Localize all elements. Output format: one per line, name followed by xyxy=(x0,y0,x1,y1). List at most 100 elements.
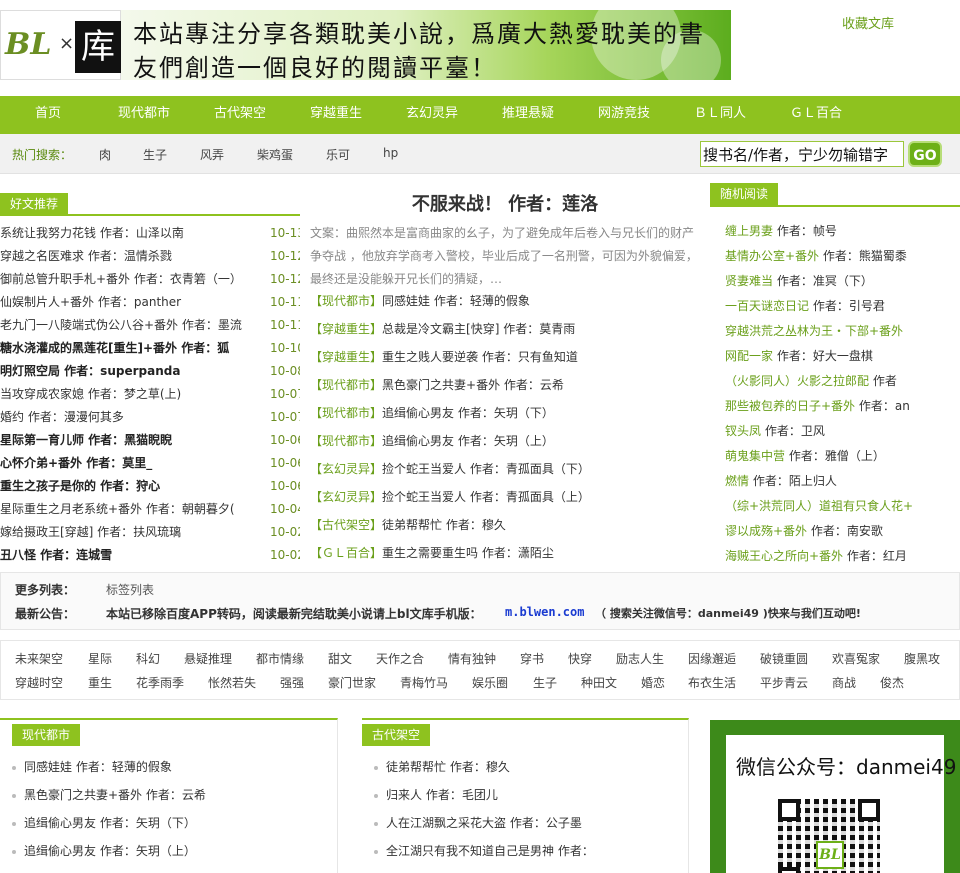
hot-keyword[interactable]: 生子 xyxy=(143,146,167,163)
category-label[interactable]: 【现代都市】 xyxy=(310,434,382,448)
recommended-item[interactable]: 仙娱制片人+番外 作者：panther 10-11 xyxy=(0,291,300,314)
recommended-item[interactable]: 婚约 作者：漫漫何其多 10-07 xyxy=(0,406,300,429)
recommended-item[interactable]: 嫁给摄政王[穿越] 作者：扶风琉璃 10-02 xyxy=(0,521,300,544)
book-title[interactable]: 同感娃娃 作者：轻薄的假象 xyxy=(382,294,530,308)
book-title[interactable]: 丑八怪 作者：连城雪 xyxy=(0,544,252,567)
random-item[interactable]: 谬以成殇+番外 作者：南安歌 xyxy=(725,522,955,539)
tag-link[interactable]: 腹黑攻 xyxy=(904,650,940,667)
nav-item[interactable]: 古代架空 xyxy=(192,96,288,134)
book-title[interactable]: 明灯照空局 作者：superpanda xyxy=(0,360,252,383)
hot-keyword[interactable]: 肉 xyxy=(99,146,111,163)
book-title[interactable]: 重生之贱人要逆袭 作者：只有鱼知道 xyxy=(382,350,578,364)
tag-link[interactable]: 婚恋 xyxy=(641,674,665,691)
book-title[interactable]: （火影同人）火影之拉郎配 xyxy=(725,374,869,388)
nav-item[interactable]: 穿越重生 xyxy=(288,96,384,134)
favorite-link[interactable]: 收藏文库 xyxy=(842,13,894,32)
latest-item[interactable]: 【穿越重生】总裁是冷文霸主[快穿] 作者：莫青雨 xyxy=(310,319,700,339)
tag-link[interactable]: 都市情缘 xyxy=(256,650,304,667)
tag-link[interactable]: 娱乐圈 xyxy=(472,674,508,691)
book-title[interactable]: 缠上男妻 xyxy=(725,224,773,238)
latest-item[interactable]: 【玄幻灵异】捡个蛇王当爱人 作者：青孤面具（上） xyxy=(310,487,700,507)
random-item[interactable]: 一百天谜恋日记 作者：引号君 xyxy=(725,297,955,314)
tag-link[interactable]: 强强 xyxy=(280,674,304,691)
category-label[interactable]: 【现代都市】 xyxy=(310,378,382,392)
category-book-item[interactable]: 徒弟帮帮忙 作者：穆久 xyxy=(374,758,510,775)
tag-link[interactable]: 生子 xyxy=(533,674,557,691)
category-book-item[interactable]: 黑色豪门之共妻+番外 作者：云希 xyxy=(12,786,206,803)
recommended-item[interactable]: 星际第一育儿师 作者：黑猫睨睨 10-06 xyxy=(0,429,300,452)
random-item[interactable]: 萌鬼集中营 作者：雅僧（上） xyxy=(725,447,955,464)
tag-link[interactable]: 种田文 xyxy=(581,674,617,691)
random-item[interactable]: 燃情 作者：陌上归人 xyxy=(725,472,955,489)
tag-link[interactable]: 悬疑推理 xyxy=(184,650,232,667)
book-title[interactable]: 糖水浇灌成的黑莲花[重生]+番外 作者：狐 xyxy=(0,337,252,360)
recommended-item[interactable]: 明灯照空局 作者：superpanda 10-08 xyxy=(0,360,300,383)
mobile-site-link[interactable]: m.blwen.com xyxy=(505,605,584,619)
tag-link[interactable]: 星际 xyxy=(88,650,112,667)
tag-link[interactable]: 穿越时空 xyxy=(15,674,63,691)
tag-link[interactable]: 布衣生活 xyxy=(688,674,736,691)
book-title[interactable]: 重生之孩子是你的 作者：狩心 xyxy=(0,475,252,498)
book-title[interactable]: 网配一家 xyxy=(725,349,773,363)
tag-link[interactable]: 破镜重圆 xyxy=(760,650,808,667)
book-title[interactable]: 人在江湖飘之采花大盗 作者：公子墨 xyxy=(386,816,582,830)
random-item[interactable]: （火影同人）火影之拉郎配 作者 xyxy=(725,372,955,389)
category-book-item[interactable]: 同感娃娃 作者：轻薄的假象 xyxy=(12,758,172,775)
book-title[interactable]: 钗头凤 xyxy=(725,424,761,438)
recommended-item[interactable]: 心怀介弟+番外 作者：莫里_ 10-06 xyxy=(0,452,300,475)
random-item[interactable]: 钗头凤 作者：卫风 xyxy=(725,422,955,439)
book-title[interactable]: 穿越洪荒之丛林为王・下部+番外 xyxy=(725,324,903,338)
nav-item[interactable]: ＢＬ同人 xyxy=(672,96,768,134)
book-title[interactable]: 追缉偷心男友 作者：矢玥（上） xyxy=(24,844,196,858)
recommended-item[interactable]: 重生之孩子是你的 作者：狩心 10-06 xyxy=(0,475,300,498)
book-title[interactable]: 萌鬼集中营 xyxy=(725,449,785,463)
tag-link[interactable]: 天作之合 xyxy=(376,650,424,667)
tag-link[interactable]: 平步青云 xyxy=(760,674,808,691)
book-title[interactable]: 谬以成殇+番外 xyxy=(725,524,807,538)
random-item[interactable]: （综+洪荒同人）道祖有只食人花+ xyxy=(725,497,955,514)
book-title[interactable]: 同感娃娃 作者：轻薄的假象 xyxy=(24,760,172,774)
recommended-item[interactable]: 当攻穿成农家媳 作者：梦之草(上) 10-07 xyxy=(0,383,300,406)
book-title[interactable]: 系统让我努力花钱 作者：山泽以南 xyxy=(0,222,252,245)
book-title[interactable]: 总裁是冷文霸主[快穿] 作者：莫青雨 xyxy=(382,322,575,336)
book-title[interactable]: 追缉偷心男友 作者：矢玥（上） xyxy=(382,434,554,448)
tag-link[interactable]: 欢喜冤家 xyxy=(832,650,880,667)
random-item[interactable]: 那些被包养的日子+番外 作者：an xyxy=(725,397,955,414)
category-book-item[interactable]: 人在江湖飘之采花大盗 作者：公子墨 xyxy=(374,814,582,831)
book-title[interactable]: 追缉偷心男友 作者：矢玥（下） xyxy=(24,816,196,830)
category-label[interactable]: 【古代架空】 xyxy=(310,518,382,532)
random-item[interactable]: 海贼王心之所向+番外 作者：红月 xyxy=(725,547,955,564)
random-item[interactable]: 网配一家 作者：好大一盘棋 xyxy=(725,347,955,364)
random-item[interactable]: 穿越洪荒之丛林为王・下部+番外 xyxy=(725,322,955,339)
hot-keyword[interactable]: 风弄 xyxy=(200,146,224,163)
book-title[interactable]: 嫁给摄政王[穿越] 作者：扶风琉璃 xyxy=(0,521,252,544)
latest-item[interactable]: 【现代都市】追缉偷心男友 作者：矢玥（下） xyxy=(310,403,700,423)
book-title[interactable]: 心怀介弟+番外 作者：莫里_ xyxy=(0,452,252,475)
book-title[interactable]: 全江湖只有我不知道自己是男神 作者： xyxy=(386,844,594,858)
recommended-item[interactable]: 系统让我努力花钱 作者：山泽以南 10-13 xyxy=(0,222,300,245)
nav-item[interactable]: 推理悬疑 xyxy=(480,96,576,134)
nav-item[interactable]: ＧＬ百合 xyxy=(768,96,864,134)
hot-keyword[interactable]: hp xyxy=(383,146,398,160)
tag-link[interactable]: 青梅竹马 xyxy=(400,674,448,691)
book-title[interactable]: 那些被包养的日子+番外 xyxy=(725,399,855,413)
book-title[interactable]: 贤妻难当 xyxy=(725,274,773,288)
category-label[interactable]: 【穿越重生】 xyxy=(310,350,382,364)
book-title[interactable]: 星际第一育儿师 作者：黑猫睨睨 xyxy=(0,429,252,452)
book-title[interactable]: 御前总管升职手札+番外 作者：衣青箬（一） xyxy=(0,268,252,291)
category-label[interactable]: 【现代都市】 xyxy=(310,406,382,420)
tag-link[interactable]: 情有独钟 xyxy=(448,650,496,667)
recommended-item[interactable]: 丑八怪 作者：连城雪 10-02 xyxy=(0,544,300,567)
category-label[interactable]: 【现代都市】 xyxy=(310,294,382,308)
book-title[interactable]: 黑色豪门之共妻+番外 作者：云希 xyxy=(382,378,564,392)
book-title[interactable]: 婚约 作者：漫漫何其多 xyxy=(0,406,252,429)
book-title[interactable]: 当攻穿成农家媳 作者：梦之草(上) xyxy=(0,383,252,406)
recommended-item[interactable]: 穿越之名医难求 作者：温情杀戮 10-12 xyxy=(0,245,300,268)
book-title[interactable]: 追缉偷心男友 作者：矢玥（下） xyxy=(382,406,554,420)
hot-keyword[interactable]: 柴鸡蛋 xyxy=(257,146,293,163)
recommended-item[interactable]: 糖水浇灌成的黑莲花[重生]+番外 作者：狐 10-10 xyxy=(0,337,300,360)
category-book-item[interactable]: 全江湖只有我不知道自己是男神 作者： xyxy=(374,842,594,859)
tag-link[interactable]: 怅然若失 xyxy=(208,674,256,691)
category-label[interactable]: 【玄幻灵异】 xyxy=(310,462,382,476)
hot-keyword[interactable]: 乐可 xyxy=(326,146,350,163)
